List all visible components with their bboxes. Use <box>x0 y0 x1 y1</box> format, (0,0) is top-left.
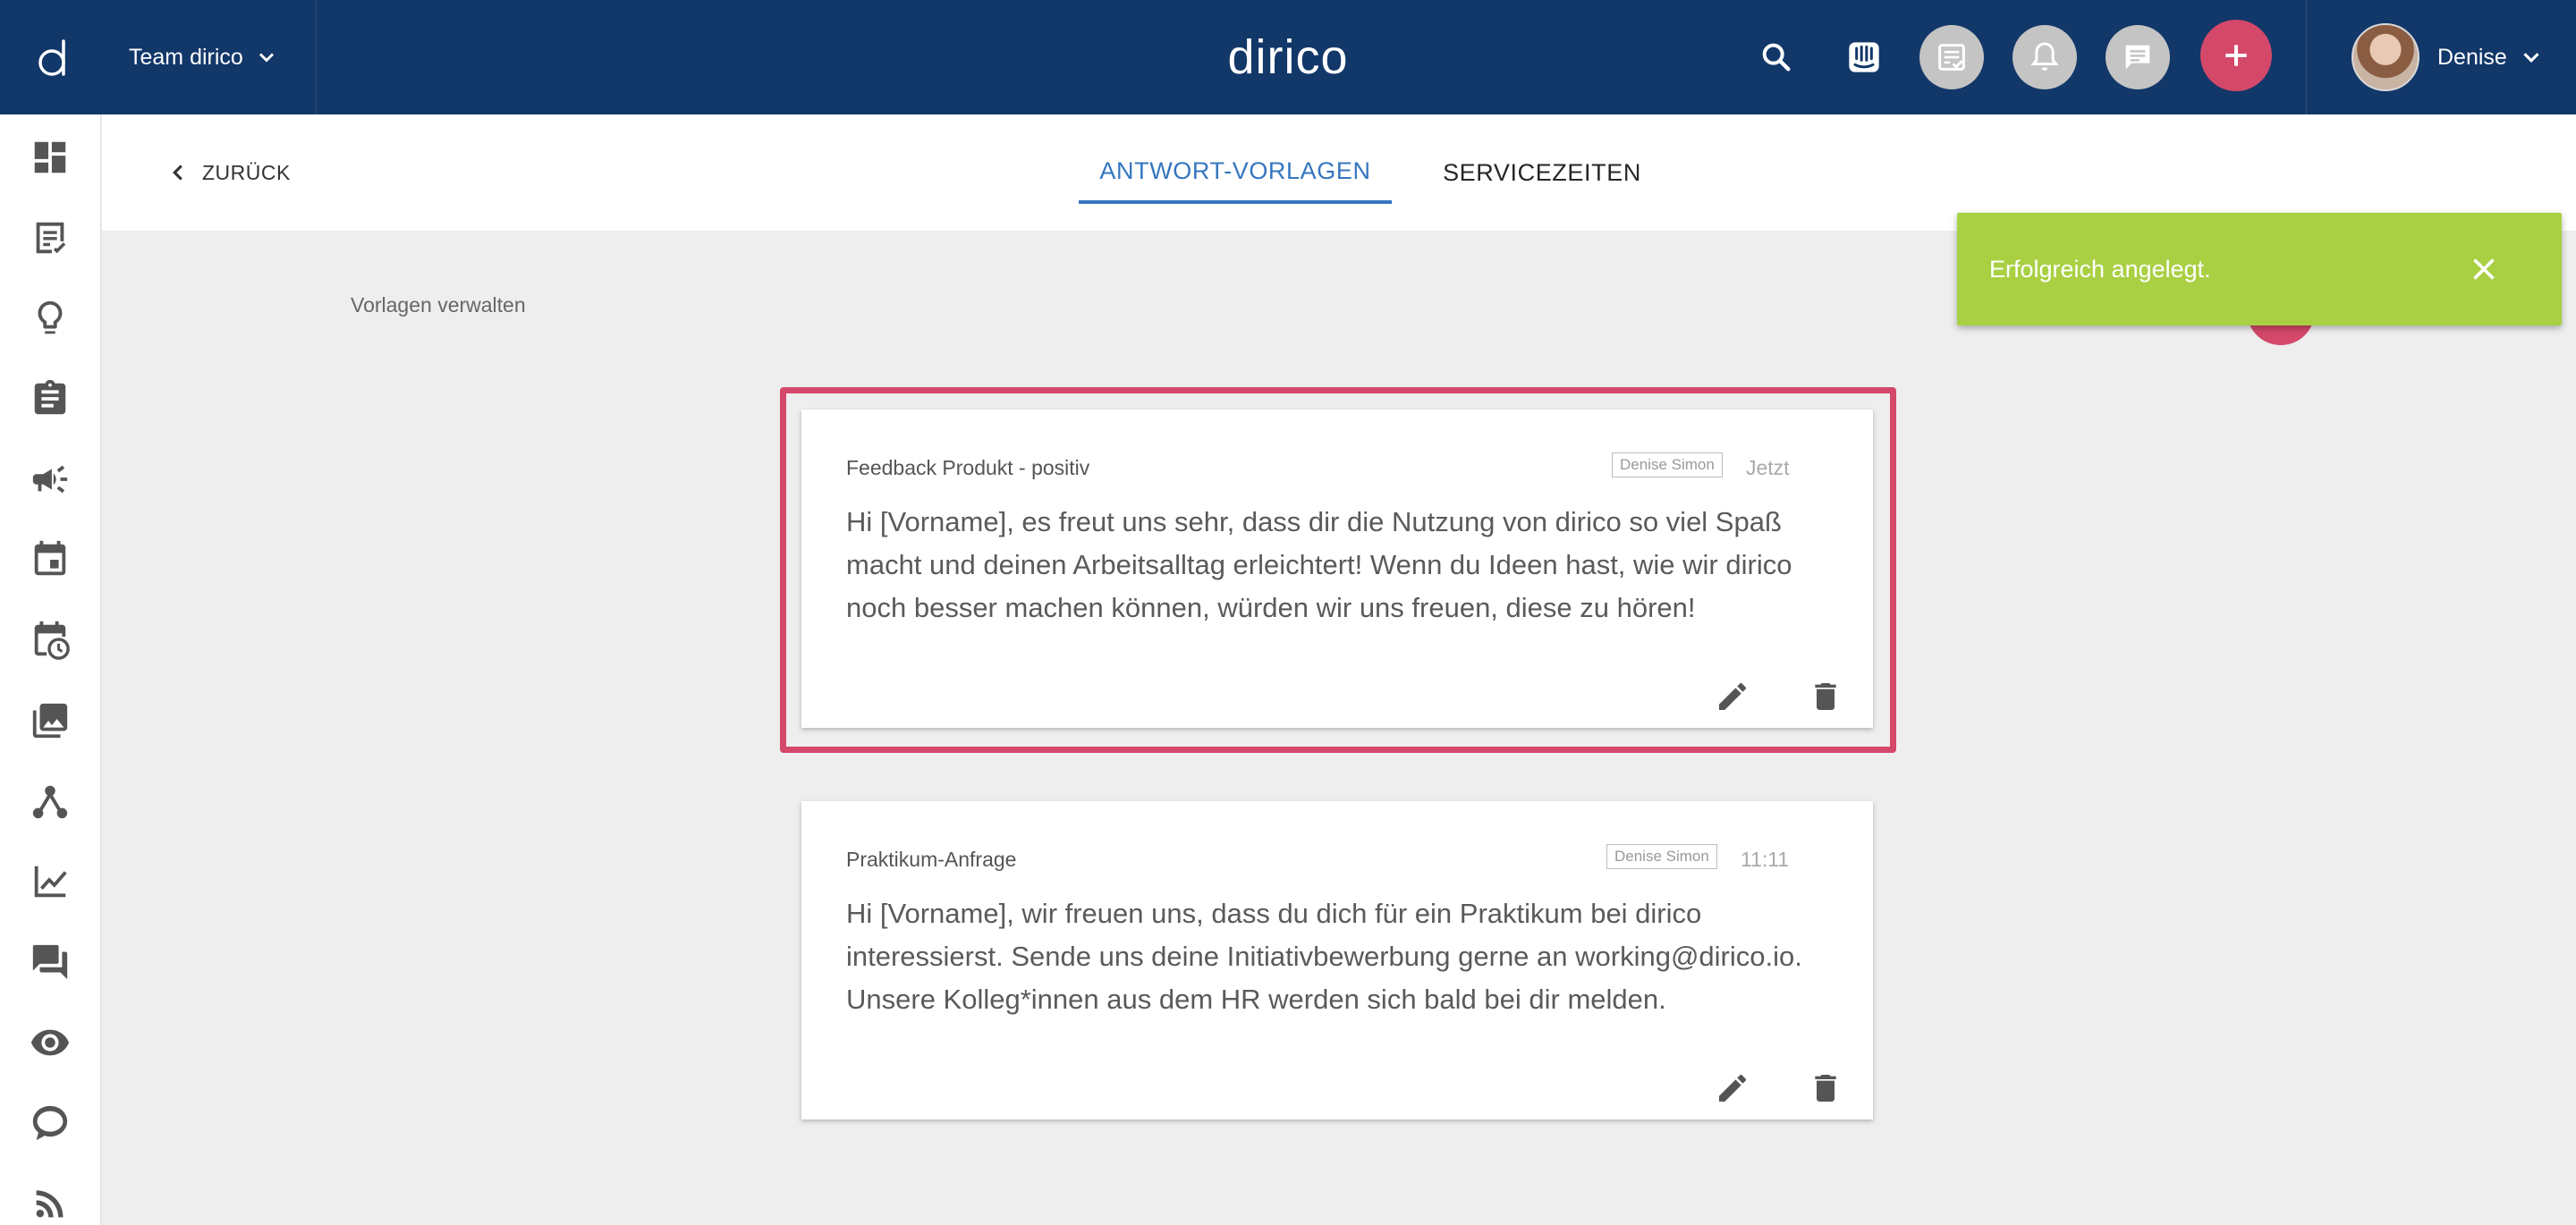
author-badge: Denise Simon <box>1606 844 1717 869</box>
template-title: Feedback Produkt - positiv <box>846 456 1090 479</box>
dashboard-icon <box>34 141 66 173</box>
chevron-down-icon <box>2523 53 2539 63</box>
sidebar-item-ideas[interactable] <box>25 293 75 343</box>
template-title: Praktikum-Anfrage <box>846 848 1017 871</box>
template-time: 11:11 <box>1741 848 1790 871</box>
tasks-button[interactable] <box>1919 25 1984 89</box>
chevron-left-icon <box>173 165 182 181</box>
success-toast: Erfolgreich angelegt. <box>1957 213 2562 325</box>
intercom-icon <box>1849 42 1879 72</box>
sidebar-item-assignments[interactable] <box>25 374 75 424</box>
network-icon <box>32 785 68 819</box>
back-label: ZURÜCK <box>202 160 291 184</box>
tab-servicezeiten[interactable]: SERVICEZEITEN <box>1408 141 1676 204</box>
sidebar-item-campaigns[interactable] <box>25 454 75 504</box>
calendar-clock-icon <box>34 621 70 660</box>
add-button[interactable] <box>2200 20 2272 91</box>
trash-icon <box>1815 1075 1836 1102</box>
sidebar-item-messages[interactable] <box>25 1098 75 1148</box>
pencil-icon <box>1719 682 1747 710</box>
analytics-icon <box>34 866 67 898</box>
lightbulb-icon <box>38 300 63 334</box>
user-menu[interactable]: Denise <box>2306 0 2576 114</box>
sidebar-item-dashboard[interactable] <box>25 132 75 182</box>
user-name: Denise <box>2437 44 2507 70</box>
toast-message: Erfolgreich angelegt. <box>1989 255 2211 283</box>
chat-icon <box>2125 45 2150 70</box>
sidebar-item-schedule[interactable] <box>25 615 75 665</box>
template-time: Jetzt <box>1746 456 1790 479</box>
intercom-button[interactable] <box>1832 25 1896 89</box>
delete-button[interactable] <box>1803 1066 1848 1111</box>
chat-bubble-icon <box>32 1105 68 1141</box>
clipboard-icon <box>34 379 66 415</box>
back-button[interactable]: ZURÜCK <box>165 150 291 195</box>
sidebar-item-feed[interactable] <box>25 1179 75 1225</box>
sidebar-item-monitoring[interactable] <box>25 1018 75 1068</box>
rss-icon <box>36 1190 64 1218</box>
sidebar-item-analytics[interactable] <box>25 857 75 907</box>
edit-button[interactable] <box>1710 1066 1755 1111</box>
sidebar <box>0 114 101 1225</box>
chevron-down-icon <box>258 53 274 63</box>
brand-wordmark: dirico <box>1227 30 1349 84</box>
calendar-icon <box>34 540 66 576</box>
team-switcher[interactable]: Team dirico <box>107 0 317 114</box>
media-icon <box>32 703 68 739</box>
search-button[interactable] <box>1744 25 1809 89</box>
tab-antwort-vorlagen[interactable]: ANTWORT-VORLAGEN <box>1079 141 1392 204</box>
dirico-logo[interactable] <box>0 0 107 114</box>
trash-icon <box>1815 683 1836 710</box>
top-bar: Team dirico dirico Denise <box>0 0 2576 114</box>
section-title: Vorlagen verwalten <box>351 293 526 317</box>
close-icon <box>2473 258 2495 280</box>
forum-icon <box>32 944 68 980</box>
template-card: Praktikum-Anfrage Denise Simon 11:11 Hi … <box>801 801 1873 1119</box>
team-label: Team dirico <box>129 44 243 70</box>
add-icon <box>2225 45 2247 66</box>
megaphone-icon <box>32 465 68 494</box>
search-icon <box>1762 43 1791 72</box>
chat-button[interactable] <box>2106 25 2170 89</box>
notifications-icon <box>2030 42 2059 71</box>
template-body: Hi [Vorname], es freut uns sehr, dass di… <box>846 506 1792 623</box>
pencil-icon <box>1719 1074 1747 1102</box>
author-badge: Denise Simon <box>1612 452 1723 477</box>
logo-icon <box>38 39 65 76</box>
sidebar-item-forum[interactable] <box>25 937 75 987</box>
toast-close-button[interactable] <box>2462 247 2506 291</box>
sidebar-item-media[interactable] <box>25 696 75 746</box>
avatar <box>2351 23 2419 91</box>
edit-button[interactable] <box>1710 674 1755 719</box>
sidebar-item-checklist[interactable] <box>25 213 75 263</box>
delete-button[interactable] <box>1803 674 1848 719</box>
eye-icon <box>30 1029 70 1056</box>
template-card: Feedback Produkt - positiv Denise Simon … <box>801 410 1873 728</box>
sidebar-item-network[interactable] <box>25 776 75 826</box>
checklist-icon <box>36 222 66 254</box>
tasks-icon <box>1938 44 1965 71</box>
template-body: Hi [Vorname], wir freuen uns, dass du di… <box>846 898 1802 1015</box>
notifications-button[interactable] <box>2012 25 2077 89</box>
sidebar-item-calendar[interactable] <box>25 535 75 585</box>
